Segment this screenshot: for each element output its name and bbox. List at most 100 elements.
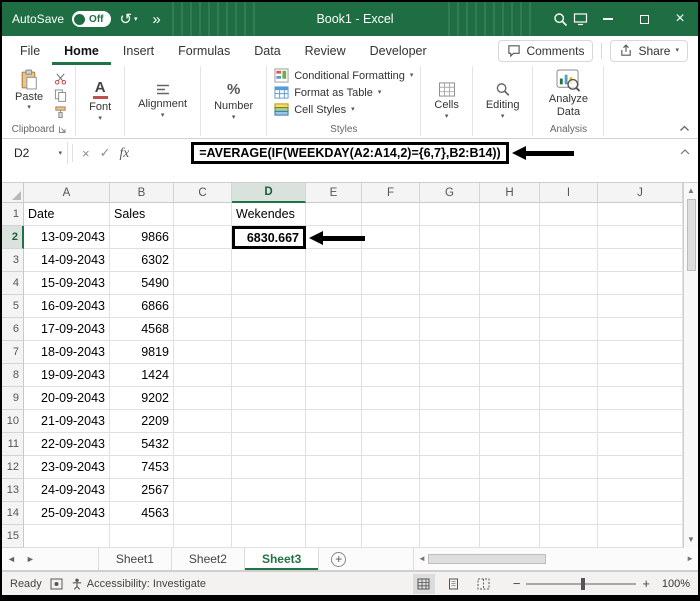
cell-B14[interactable]: 4563	[110, 502, 174, 525]
cell-F13[interactable]	[362, 479, 420, 502]
column-header-G[interactable]: G	[420, 183, 480, 203]
column-header-A[interactable]: A	[24, 183, 110, 203]
analyze-data-button[interactable]: Analyze Data	[538, 66, 598, 121]
cell-F9[interactable]	[362, 387, 420, 410]
row-header-4[interactable]: 4	[2, 272, 24, 295]
formula-input[interactable]: =AVERAGE(IF(WEEKDAY(A2:A14,2)={6,7},B2:B…	[135, 141, 694, 165]
cell-C5[interactable]	[174, 295, 232, 318]
cell-G3[interactable]	[420, 249, 480, 272]
cell-I11[interactable]	[540, 433, 598, 456]
cell-F11[interactable]	[362, 433, 420, 456]
cell-G14[interactable]	[420, 502, 480, 525]
insert-function-icon[interactable]: fx	[116, 145, 136, 161]
cell-I12[interactable]	[540, 456, 598, 479]
cell-B9[interactable]: 9202	[110, 387, 174, 410]
cell-H8[interactable]	[480, 364, 540, 387]
cell-D6[interactable]	[232, 318, 306, 341]
cell-C15[interactable]	[174, 525, 232, 548]
minimize-button[interactable]	[590, 2, 626, 36]
select-all-corner[interactable]	[2, 183, 24, 203]
undo-button[interactable]: ↺ ▾	[119, 4, 139, 34]
cell-D4[interactable]	[232, 272, 306, 295]
cell-B15[interactable]	[110, 525, 174, 548]
ribbon-display-options-icon[interactable]	[570, 4, 590, 34]
cell-E10[interactable]	[306, 410, 362, 433]
cell-D11[interactable]	[232, 433, 306, 456]
cell-F5[interactable]	[362, 295, 420, 318]
cell-I1[interactable]	[540, 203, 598, 226]
cell-F1[interactable]	[362, 203, 420, 226]
comments-button[interactable]: Comments	[498, 39, 594, 62]
cell-E3[interactable]	[306, 249, 362, 272]
cell-F12[interactable]	[362, 456, 420, 479]
cell-B7[interactable]: 9819	[110, 341, 174, 364]
row-header-13[interactable]: 13	[2, 479, 24, 502]
confirm-entry-icon[interactable]: ✓	[95, 145, 116, 161]
cell-A13[interactable]: 24-09-2043	[24, 479, 110, 502]
column-header-D[interactable]: D	[232, 183, 306, 203]
row-header-9[interactable]: 9	[2, 387, 24, 410]
cell-B8[interactable]: 1424	[110, 364, 174, 387]
row-header-12[interactable]: 12	[2, 456, 24, 479]
cell-G8[interactable]	[420, 364, 480, 387]
cell-C8[interactable]	[174, 364, 232, 387]
cell-G15[interactable]	[420, 525, 480, 548]
cell-J7[interactable]	[598, 341, 683, 364]
paste-button[interactable]: Paste ▾	[9, 66, 49, 114]
cell-C10[interactable]	[174, 410, 232, 433]
row-header-2[interactable]: 2	[2, 226, 24, 249]
autosave-toggle[interactable]: Off	[72, 11, 111, 27]
cell-G1[interactable]	[420, 203, 480, 226]
cell-A5[interactable]: 16-09-2043	[24, 295, 110, 318]
cell-C4[interactable]	[174, 272, 232, 295]
cell-C7[interactable]	[174, 341, 232, 364]
cell-H2[interactable]	[480, 226, 540, 249]
cell-I13[interactable]	[540, 479, 598, 502]
tab-file[interactable]: File	[8, 36, 52, 65]
cell-D1[interactable]: Wekendes	[232, 203, 306, 226]
name-box-dropdown-icon[interactable]: ▾	[58, 150, 62, 157]
sheet-tab-sheet3[interactable]: Sheet3	[244, 548, 320, 570]
zoom-out-button[interactable]: −	[513, 576, 521, 591]
cell-I15[interactable]	[540, 525, 598, 548]
cell-E11[interactable]	[306, 433, 362, 456]
cell-I7[interactable]	[540, 341, 598, 364]
number-group-button[interactable]: % Number ▾	[206, 66, 261, 136]
cell-D12[interactable]	[232, 456, 306, 479]
alignment-group-button[interactable]: Alignment ▾	[130, 66, 195, 136]
font-group-button[interactable]: A Font ▾	[81, 66, 119, 136]
cell-E15[interactable]	[306, 525, 362, 548]
cell-I2[interactable]	[540, 226, 598, 249]
row-header-14[interactable]: 14	[2, 502, 24, 525]
column-header-C[interactable]: C	[174, 183, 232, 203]
cell-B4[interactable]: 5490	[110, 272, 174, 295]
cell-B12[interactable]: 7453	[110, 456, 174, 479]
cell-G4[interactable]	[420, 272, 480, 295]
cell-A1[interactable]: Date	[24, 203, 110, 226]
cell-G5[interactable]	[420, 295, 480, 318]
cell-A6[interactable]: 17-09-2043	[24, 318, 110, 341]
cell-A8[interactable]: 19-09-2043	[24, 364, 110, 387]
cell-C13[interactable]	[174, 479, 232, 502]
cell-J14[interactable]	[598, 502, 683, 525]
vertical-scroll-thumb[interactable]	[686, 199, 696, 271]
cell-B3[interactable]: 6302	[110, 249, 174, 272]
cell-styles-button[interactable]: Cell Styles ▾	[272, 102, 415, 117]
sheet-tab-sheet1[interactable]: Sheet1	[97, 548, 172, 570]
cell-I6[interactable]	[540, 318, 598, 341]
cell-H12[interactable]	[480, 456, 540, 479]
column-header-E[interactable]: E	[306, 183, 362, 203]
tab-insert[interactable]: Insert	[111, 36, 166, 65]
cell-H15[interactable]	[480, 525, 540, 548]
cell-I4[interactable]	[540, 272, 598, 295]
page-layout-view-button[interactable]	[443, 574, 465, 594]
undo-dropdown-icon[interactable]: ▾	[134, 15, 138, 23]
cell-C3[interactable]	[174, 249, 232, 272]
cell-B10[interactable]: 2209	[110, 410, 174, 433]
column-header-H[interactable]: H	[480, 183, 540, 203]
cell-F2[interactable]	[362, 226, 420, 249]
cell-J4[interactable]	[598, 272, 683, 295]
cell-C11[interactable]	[174, 433, 232, 456]
cell-D13[interactable]	[232, 479, 306, 502]
cell-F3[interactable]	[362, 249, 420, 272]
